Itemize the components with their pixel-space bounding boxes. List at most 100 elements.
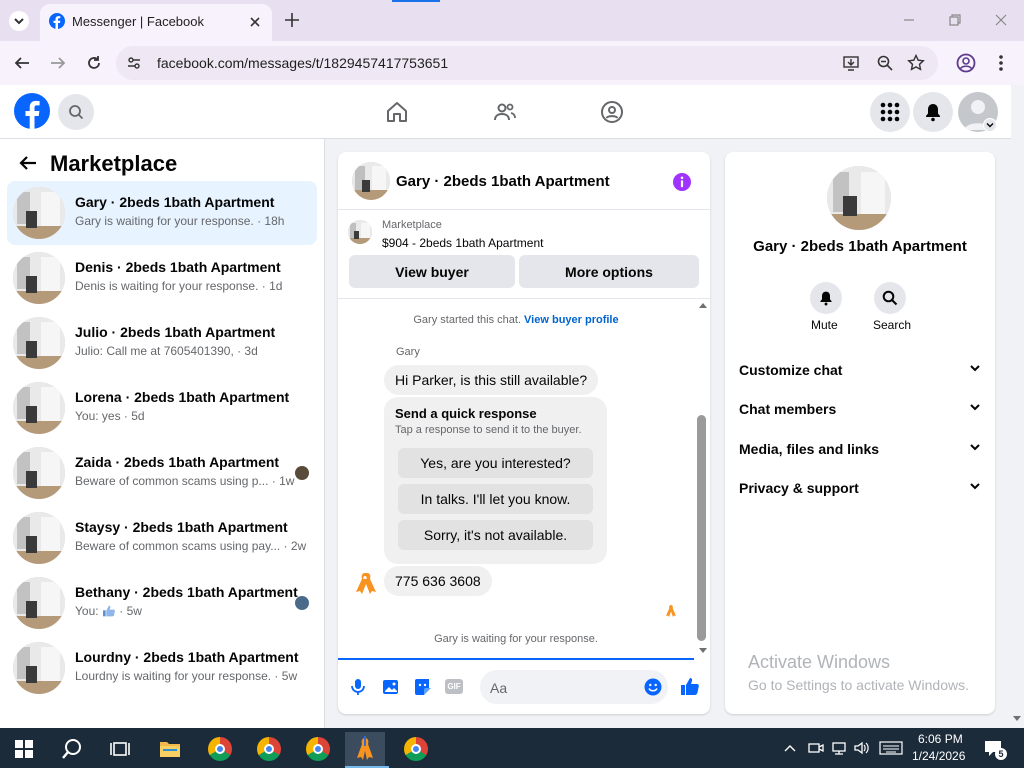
chrome-profile-3-icon[interactable] xyxy=(298,732,338,766)
facebook-search-button[interactable] xyxy=(58,94,94,130)
conversation-item[interactable]: Bethany · 2beds 1bath Apartment You: · 5w xyxy=(7,571,317,635)
conversation-preview: Denis is waiting for your response. · 1d xyxy=(75,279,283,293)
microphone-icon[interactable] xyxy=(350,678,366,696)
details-avatar[interactable] xyxy=(827,166,891,230)
scroll-down-arrow-icon[interactable] xyxy=(699,648,707,653)
bookmark-star-icon[interactable] xyxy=(907,54,925,72)
quick-response-option[interactable]: In talks. I'll let you know. xyxy=(398,484,593,514)
conversation-name: Denis · 2beds 1bath Apartment xyxy=(75,259,281,275)
menu-label: Privacy & support xyxy=(739,480,859,496)
menu-label: Media, files and links xyxy=(739,441,880,457)
seen-avatar xyxy=(295,466,309,480)
mute-button[interactable] xyxy=(810,282,842,314)
conversation-item[interactable]: Lorena · 2beds 1bath Apartment You: yes ·… xyxy=(7,376,317,440)
clock-date[interactable]: 1/24/2026 xyxy=(912,749,965,763)
conversation-item[interactable]: Lourdny · 2beds 1bath Apartment Lourdny i… xyxy=(7,636,317,700)
seen-ribbon-icon xyxy=(664,604,678,618)
search-in-chat-button[interactable] xyxy=(874,282,906,314)
network-icon[interactable] xyxy=(831,740,847,756)
chat-header-avatar[interactable] xyxy=(352,162,390,200)
restore-icon[interactable] xyxy=(948,13,962,27)
message-bubble[interactable]: Hi Parker, is this still available? xyxy=(384,365,599,395)
back-icon[interactable] xyxy=(13,54,31,72)
address-bar[interactable]: facebook.com/messages/t/1829457417753651 xyxy=(116,46,938,80)
browser-menu-icon[interactable] xyxy=(993,53,1009,73)
meet-now-icon[interactable] xyxy=(808,740,824,756)
close-window-icon[interactable] xyxy=(994,13,1008,27)
page-scroll-down-icon[interactable] xyxy=(1013,716,1021,721)
conversation-item[interactable]: Denis · 2beds 1bath Apartment Denis is wa… xyxy=(7,246,317,310)
active-app-icon[interactable] xyxy=(345,732,385,766)
divider xyxy=(338,298,710,299)
media-files-links-item[interactable]: Media, files and links xyxy=(739,441,981,457)
listing-title[interactable]: $904 - 2beds 1bath Apartment xyxy=(382,236,543,250)
tab-search-chevron-icon[interactable] xyxy=(8,10,30,32)
menu-button[interactable] xyxy=(870,92,910,132)
browser-tab-bar: Messenger | Facebook xyxy=(0,0,1024,41)
facebook-logo-icon[interactable] xyxy=(14,93,50,129)
message-input[interactable]: Aa xyxy=(480,670,668,704)
emoji-icon[interactable] xyxy=(644,678,662,696)
task-view-icon[interactable] xyxy=(100,732,140,766)
minimize-icon[interactable] xyxy=(902,13,916,27)
home-icon[interactable] xyxy=(385,100,409,124)
conversation-avatar xyxy=(13,512,65,564)
conversation-item[interactable]: Zaida · 2beds 1bath Apartment Beware of c… xyxy=(7,441,317,505)
photo-icon[interactable] xyxy=(382,678,400,696)
chrome-profile-2-icon[interactable] xyxy=(249,732,289,766)
reload-icon[interactable] xyxy=(85,54,103,72)
listing-thumbnail[interactable] xyxy=(348,220,372,244)
message-bubble[interactable]: 775 636 3608 xyxy=(384,566,492,596)
conversation-preview: Beware of common scams using pay... · 2w xyxy=(75,539,307,553)
file-explorer-icon[interactable] xyxy=(150,732,190,766)
more-options-button[interactable]: More options xyxy=(519,255,699,288)
gif-icon[interactable]: GIF xyxy=(445,679,463,694)
friends-icon[interactable] xyxy=(493,100,517,124)
quick-response-option[interactable]: Sorry, it's not available. xyxy=(398,520,593,550)
conversation-name: Gary · 2beds 1bath Apartment xyxy=(75,194,275,210)
info-icon[interactable] xyxy=(672,172,692,192)
thumbs-up-icon[interactable] xyxy=(680,676,700,696)
zoom-icon[interactable] xyxy=(876,54,894,72)
close-tab-icon[interactable] xyxy=(248,15,262,29)
scroll-thumb[interactable] xyxy=(697,415,706,641)
chat-scrollbar[interactable] xyxy=(696,299,708,657)
facebook-favicon-icon xyxy=(49,13,65,29)
ribbon-avatar-icon[interactable] xyxy=(352,570,378,596)
chrome-profile-1-icon[interactable] xyxy=(200,732,240,766)
browser-tab[interactable]: Messenger | Facebook xyxy=(40,4,272,41)
chat-header-title[interactable]: Gary · 2beds 1bath Apartment xyxy=(396,173,610,190)
composer-divider xyxy=(338,658,694,660)
install-app-icon[interactable] xyxy=(842,54,860,72)
chrome-profile-4-icon[interactable] xyxy=(396,732,436,766)
back-arrow-icon[interactable] xyxy=(18,153,38,173)
sticker-icon[interactable] xyxy=(414,678,432,696)
new-tab-icon[interactable] xyxy=(283,11,301,29)
activate-windows-title: Activate Windows xyxy=(748,652,891,672)
taskbar-search-icon[interactable] xyxy=(52,732,92,766)
conversation-avatar xyxy=(13,187,65,239)
clock-time[interactable]: 6:06 PM xyxy=(918,732,963,746)
account-chevron-icon[interactable] xyxy=(983,118,997,132)
privacy-support-item[interactable]: Privacy & support xyxy=(739,480,981,496)
profile-icon[interactable] xyxy=(956,53,976,73)
conversation-avatar xyxy=(13,642,65,694)
windows-start-icon[interactable] xyxy=(4,732,44,766)
site-info-icon[interactable] xyxy=(126,55,142,71)
scroll-up-arrow-icon[interactable] xyxy=(699,303,707,308)
customize-chat-item[interactable]: Customize chat xyxy=(739,362,981,378)
view-buyer-button[interactable]: View buyer xyxy=(349,255,515,288)
view-buyer-profile-link[interactable]: View buyer profile xyxy=(524,314,619,326)
conversation-name: Lourdny · 2beds 1bath Apartment xyxy=(75,649,299,665)
conversation-item[interactable]: Staysy · 2beds 1bath Apartment Beware of … xyxy=(7,506,317,570)
show-hidden-icons-icon[interactable] xyxy=(783,741,797,755)
notifications-button[interactable] xyxy=(913,92,953,132)
forward-icon[interactable] xyxy=(49,54,67,72)
quick-response-option[interactable]: Yes, are you interested? xyxy=(398,448,593,478)
conversation-item[interactable]: Gary · 2beds 1bath Apartment Gary is wait… xyxy=(7,181,317,245)
groups-icon[interactable] xyxy=(600,100,624,124)
keyboard-icon[interactable] xyxy=(879,741,903,755)
volume-icon[interactable] xyxy=(853,740,871,756)
conversation-item[interactable]: Julio · 2beds 1bath Apartment Julio: Call… xyxy=(7,311,317,375)
chat-members-item[interactable]: Chat members xyxy=(739,401,981,417)
